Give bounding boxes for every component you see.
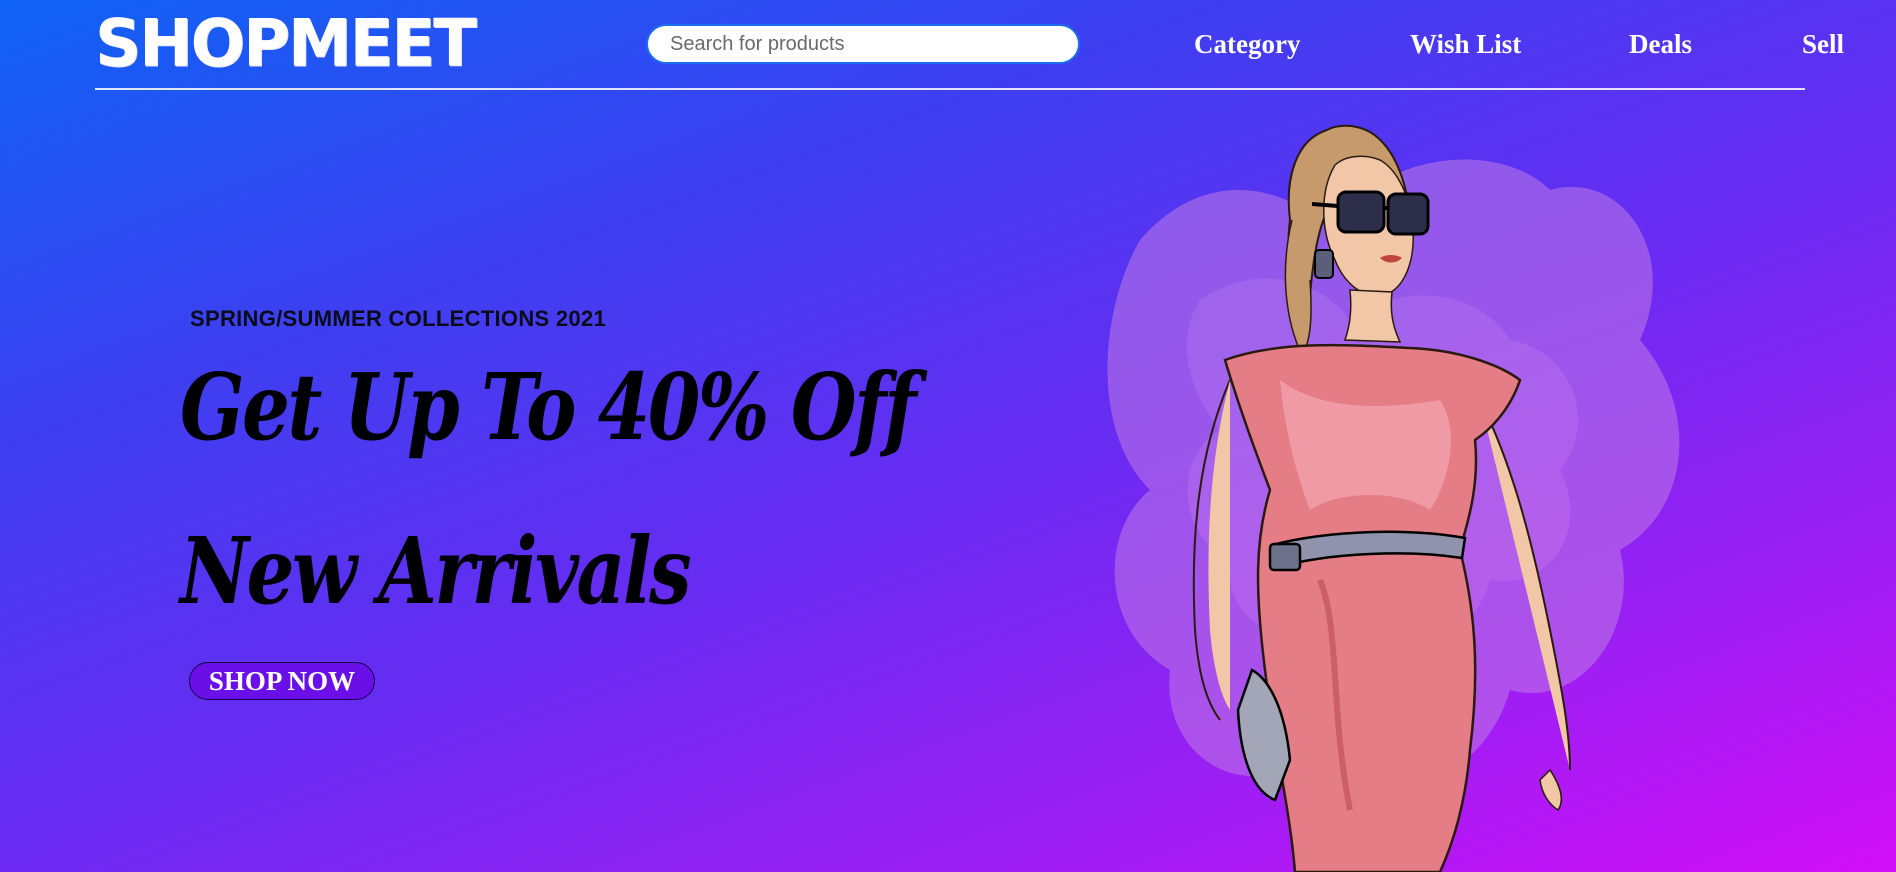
- hero-headline-new-arrivals: New Arrivals: [180, 517, 692, 625]
- hero-headline-discount: Get Up To 40% Off: [180, 353, 917, 461]
- nav-category-link[interactable]: Category: [1194, 26, 1300, 62]
- nav-deals-link[interactable]: Deals: [1629, 26, 1692, 62]
- nav-sell-link[interactable]: Sell: [1802, 26, 1844, 62]
- collection-eyebrow: SPRING/SUMMER COLLECTIONS 2021: [190, 306, 607, 331]
- earring: [1314, 249, 1334, 279]
- header-divider: [95, 88, 1805, 90]
- nav-wish-list-link[interactable]: Wish List: [1410, 26, 1521, 62]
- shopmeet-logo[interactable]: SHOPMEET: [95, 3, 477, 85]
- shop-now-button[interactable]: SHOP NOW: [189, 662, 375, 700]
- search-input[interactable]: [646, 24, 1080, 64]
- fashion-model-illustration: [1107, 124, 1680, 872]
